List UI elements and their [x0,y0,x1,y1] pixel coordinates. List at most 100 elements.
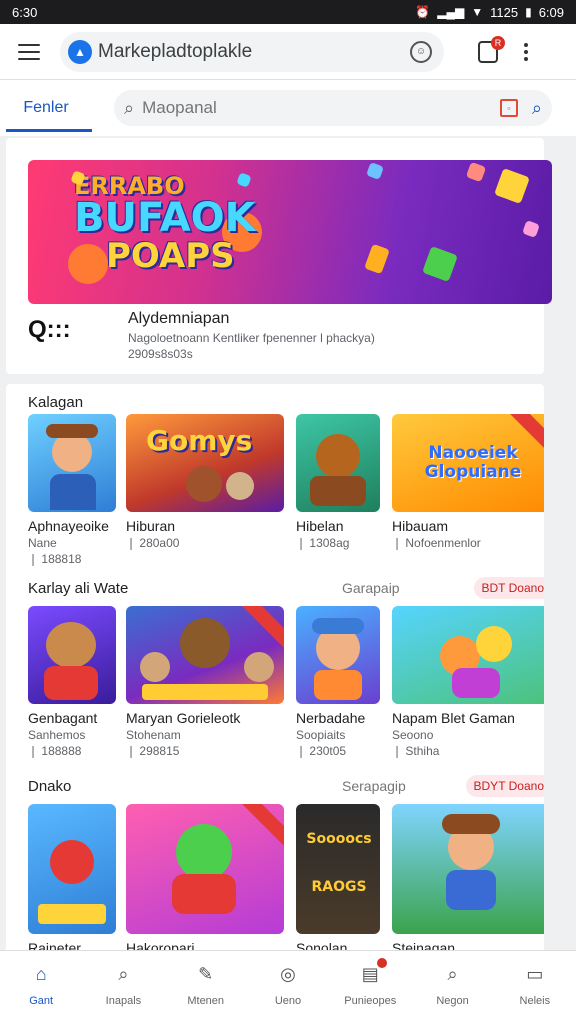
search-submit-icon[interactable]: ⌕ [532,98,542,119]
bottom-navigation: ⌂ Gant ⌕ Inapals ✎ Mtenen ◎ Ueno ▤ Punie… [0,950,576,1024]
menu-icon[interactable] [18,43,40,60]
notification-badge [377,958,388,968]
nav-item-chart[interactable]: ▤ Punieopes [329,951,411,1024]
section-more-link[interactable]: Serapagip [342,778,406,794]
app-thumbnail [126,606,284,704]
nav-item-tickets[interactable]: ▭ Neleis [494,951,576,1024]
section-header: Kalagan [28,390,544,414]
app-subtitle: Stohenam [126,728,181,742]
site-logo-icon: ▲ [68,39,92,64]
app-tile[interactable]: Maryan Gorieleotk Stohenam ❘ 298815 [126,606,284,758]
address-bar[interactable]: ▲ Markepladtoplakle ☺ [60,31,444,72]
cube-decoration [465,161,487,183]
app-row: Genbagant Sanhemos ❘ 188888 Maryan Gorie… [28,606,544,758]
app-title: Hibelan [296,518,344,534]
app-tile[interactable]: Raineter [28,804,116,956]
cart-badge: R [491,35,505,50]
app-meta: ❘ 280a00 [126,536,180,550]
home-icon: ⌂ [35,963,47,984]
nav-label: Inapals [105,995,142,1007]
wifi-icon: ▼ [471,5,484,19]
tab-active[interactable]: Fenler [0,80,92,136]
app-title: Hibauam [392,518,449,534]
chart-icon: ▤ [357,958,388,987]
signal-icon: ▂▄▆ [437,5,465,19]
app-thumbnail [392,804,544,934]
app-thumbnail: Gomys [126,414,284,512]
tab-bar: Fenler ⌕ ▫ ⌕ [0,80,576,136]
app-tile[interactable]: Hakoropari [126,804,284,956]
more-options-icon[interactable] [524,42,528,61]
app-meta: ❘ 188888 [28,744,82,758]
nav-item-edit[interactable]: ✎ Mtenen [165,951,247,1024]
app-meta: ❘ Nofoenmenlor [392,536,481,550]
alarm-icon: ⏰ [415,5,431,19]
address-text: Markepladtoplakle [98,40,253,62]
reader-icon[interactable]: ☺ [410,40,432,63]
app-tile[interactable]: Hibelan ❘ 1308ag [296,414,380,550]
app-thumbnail: Soooocs RAOGS [296,804,380,934]
cart-icon[interactable]: R [478,35,505,63]
app-tile[interactable]: Nerbadahe Soopiaits ❘ 230t05 [296,606,380,758]
app-tile[interactable]: Gomys Hiburan ❘ 280a00 [126,414,284,550]
banner-logo: ERRABO BUFAOK POAPS [74,172,256,277]
app-meta: ❘ Sthiha [392,744,440,758]
app-tile[interactable]: Genbagant Sanhemos ❘ 188888 [28,606,116,758]
app-meta: ❘ 188818 [28,552,82,566]
app-title: Napam Blet Gaman [392,710,515,726]
app-tile[interactable]: Steinagan [392,804,544,956]
section-header: Karlay ali Wate Garapaip BDT Doano [28,576,544,600]
app-subtitle: Seoono [392,728,434,742]
promo-info: Q::: Alydemniapan Nagoloetnoann Kentlike… [28,310,548,366]
app-subtitle: Nane [28,536,57,550]
section-title: Kalagan [28,393,84,411]
app-thumbnail [126,804,284,934]
search-input[interactable] [142,98,500,118]
app-list-panel: Kalagan Aphnayeoike Nane ❘ 188818 Gomys … [6,384,544,1024]
app-tile[interactable]: Aphnayeoike Nane ❘ 188818 [28,414,116,566]
app-meta: ❘ 1308ag [296,536,350,550]
app-title: Genbagant [28,710,98,726]
cube-decoration [522,220,540,238]
app-row: Aphnayeoike Nane ❘ 188818 Gomys Hiburan … [28,414,544,566]
app-meta: ❘ 230t05 [296,744,347,758]
nav-item-search[interactable]: ⌕ Inapals [82,951,164,1024]
app-thumbnail [28,414,116,512]
app-bar: ▲ Markepladtoplakle ☺ R [0,24,576,80]
promo-subtitle: Nagoloetnoann Kentliker fpenenner l phac… [128,331,375,345]
app-subtitle: Soopiaits [296,728,346,742]
promo-banner[interactable]: ERRABO BUFAOK POAPS [28,160,552,304]
nav-item-discover[interactable]: ⌕ Negon [411,951,493,1024]
app-thumbnail [28,804,116,934]
search-icon: ⌕ [124,97,135,118]
nav-item-gift[interactable]: ◎ Ueno [247,951,329,1024]
section-more-link[interactable]: Garapaip [342,580,400,596]
promo-title[interactable]: Alydemniapan [128,310,229,328]
section-badge[interactable]: BDYT Doano [465,775,544,797]
nav-item-home[interactable]: ⌂ Gant [0,951,82,1024]
app-tile[interactable]: Naooeiek Glopuiane Hibauam ❘ Nofoenmenlo… [392,414,544,550]
cube-decoration [366,162,384,180]
edit-icon: ✎ [198,963,214,984]
app-meta: ❘ 298815 [126,744,180,758]
status-time: 6:30 [12,4,38,20]
app-thumbnail [296,414,380,512]
app-subtitle: Sanhemos [28,728,86,742]
nav-label: Gant [29,995,54,1007]
app-tile[interactable]: Soooocs RAOGS Sonolan [296,804,380,956]
nav-label: Punieopes [344,995,397,1007]
gift-icon: ◎ [280,963,296,984]
app-tile[interactable]: Napam Blet Gaman Seoono ❘ Sthiha [392,606,544,758]
app-thumbnail [296,606,380,704]
tab-active-label: Fenler [23,99,69,116]
app-thumbnail [392,606,544,704]
app-title: Nerbadahe [296,710,366,726]
nav-label: Neleis [519,995,551,1007]
status-clock: 6:09 [538,4,564,20]
section-badge[interactable]: BDT Doano [473,577,544,599]
section-title: Dnako [28,777,72,795]
app-thumbnail: Naooeiek Glopuiane [392,414,544,512]
search-box[interactable]: ⌕ ▫ ⌕ [114,90,552,126]
camera-icon[interactable]: ▫ [499,99,518,117]
promo-card[interactable]: ERRABO BUFAOK POAPS Q::: Alydemniapan Na… [6,138,552,374]
